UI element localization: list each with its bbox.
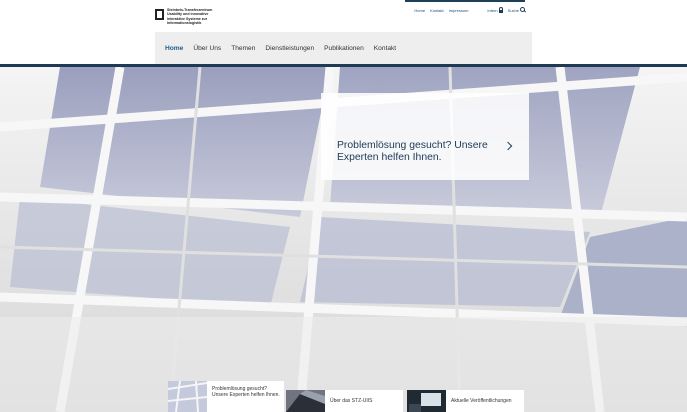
- intern-label: Intern: [487, 7, 498, 13]
- card-text: Aktuelle Veröffentlichungen: [451, 398, 512, 404]
- hero-image: Problemlösung gesucht? Unsere Experten h…: [0, 67, 687, 412]
- hero-callout[interactable]: Problemlösung gesucht? Unsere Experten h…: [321, 93, 529, 180]
- steinbeis-logo[interactable]: [155, 9, 164, 20]
- search-icon: [520, 7, 525, 12]
- search-link[interactable]: Suche: [508, 7, 525, 13]
- card-text: Problemlösung gesucht? Unsere Experten h…: [212, 386, 280, 398]
- card-thumbnail-building: [286, 390, 325, 412]
- search-label: Suche: [507, 8, 519, 13]
- main-nav: Home Über Uns Themen Dienstleistungen Pu…: [155, 32, 532, 64]
- card-thumbnail-laptop: [407, 390, 446, 412]
- card-text: Über das STZ-UIIS: [330, 398, 373, 404]
- teaser-card-problemloesung[interactable]: Problemlösung gesucht? Unsere Experten h…: [168, 381, 284, 412]
- nav-item-publikationen[interactable]: Publikationen: [324, 45, 364, 52]
- util-link-kontakt[interactable]: Kontakt: [430, 8, 444, 13]
- lock-icon: [498, 7, 504, 13]
- util-link-home[interactable]: Home: [414, 8, 425, 13]
- nav-item-dienstleistungen[interactable]: Dienstleistungen: [265, 45, 314, 52]
- card-thumbnail-skylight: [168, 381, 207, 412]
- header-accent-bar: [405, 0, 525, 2]
- nav-item-home[interactable]: Home: [165, 45, 183, 52]
- nav-item-ueber-uns[interactable]: Über Uns: [193, 45, 221, 52]
- util-link-impressum[interactable]: Impressum: [449, 8, 469, 13]
- site-header: Steinbeis-Transferzentrum Usability und …: [0, 0, 687, 32]
- org-name[interactable]: Steinbeis-Transferzentrum Usability und …: [167, 8, 247, 25]
- intern-link[interactable]: Intern: [487, 7, 504, 13]
- nav-item-kontakt[interactable]: Kontakt: [374, 45, 396, 52]
- teaser-card-veroeffentlichungen[interactable]: Aktuelle Veröffentlichungen: [407, 390, 524, 412]
- nav-item-themen[interactable]: Themen: [231, 45, 255, 52]
- utility-nav: Home Kontakt Impressum Intern Suche: [414, 7, 525, 13]
- teaser-card-ueber-stz[interactable]: Über das STZ-UIIS: [286, 390, 403, 412]
- hero-callout-text: Problemlösung gesucht? Unsere Experten h…: [337, 140, 488, 163]
